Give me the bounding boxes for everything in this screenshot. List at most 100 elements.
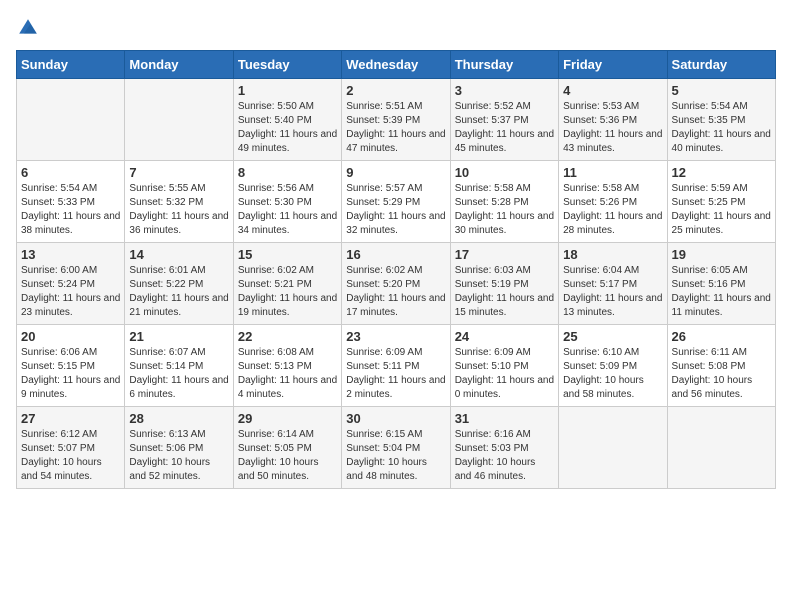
calendar-cell: 4 Sunrise: 5:53 AM Sunset: 5:36 PM Daylig… <box>559 79 667 161</box>
calendar-cell: 2 Sunrise: 5:51 AM Sunset: 5:39 PM Daylig… <box>342 79 450 161</box>
day-number: 12 <box>672 165 771 180</box>
day-number: 13 <box>21 247 120 262</box>
calendar-cell <box>125 79 233 161</box>
calendar-cell: 9 Sunrise: 5:57 AM Sunset: 5:29 PM Daylig… <box>342 161 450 243</box>
day-info: Sunrise: 6:12 AM Sunset: 5:07 PM Dayligh… <box>21 428 120 484</box>
day-number: 16 <box>346 247 445 262</box>
day-info: Sunrise: 5:58 AM Sunset: 5:28 PM Dayligh… <box>455 182 554 238</box>
calendar-cell: 1 Sunrise: 5:50 AM Sunset: 5:40 PM Daylig… <box>233 79 341 161</box>
logo <box>16 16 44 40</box>
calendar-cell: 23 Sunrise: 6:09 AM Sunset: 5:11 PM Dayli… <box>342 325 450 407</box>
calendar-cell: 31 Sunrise: 6:16 AM Sunset: 5:03 PM Dayli… <box>450 407 558 489</box>
day-info: Sunrise: 6:02 AM Sunset: 5:20 PM Dayligh… <box>346 264 445 320</box>
calendar-cell: 27 Sunrise: 6:12 AM Sunset: 5:07 PM Dayli… <box>17 407 125 489</box>
day-number: 11 <box>563 165 662 180</box>
calendar-cell <box>559 407 667 489</box>
day-info: Sunrise: 6:03 AM Sunset: 5:19 PM Dayligh… <box>455 264 554 320</box>
calendar-cell: 26Sunrise: 6:11 AM Sunset: 5:08 PM Dayli… <box>667 325 775 407</box>
calendar-cell: 25 Sunrise: 6:10 AM Sunset: 5:09 PM Dayli… <box>559 325 667 407</box>
day-info: Sunrise: 6:09 AM Sunset: 5:10 PM Dayligh… <box>455 346 554 402</box>
day-number: 29 <box>238 411 337 426</box>
calendar-table: SundayMondayTuesdayWednesdayThursdayFrid… <box>16 50 776 489</box>
day-header-tuesday: Tuesday <box>233 51 341 79</box>
calendar-cell: 3 Sunrise: 5:52 AM Sunset: 5:37 PM Daylig… <box>450 79 558 161</box>
logo-icon <box>16 16 40 40</box>
week-row-4: 20Sunrise: 6:06 AM Sunset: 5:15 PM Dayli… <box>17 325 776 407</box>
day-info: Sunrise: 6:07 AM Sunset: 5:14 PM Dayligh… <box>129 346 228 402</box>
day-number: 17 <box>455 247 554 262</box>
calendar-cell: 15 Sunrise: 6:02 AM Sunset: 5:21 PM Dayli… <box>233 243 341 325</box>
day-number: 15 <box>238 247 337 262</box>
day-info: Sunrise: 6:05 AM Sunset: 5:16 PM Dayligh… <box>672 264 771 320</box>
day-number: 8 <box>238 165 337 180</box>
day-number: 9 <box>346 165 445 180</box>
day-number: 19 <box>672 247 771 262</box>
day-info: Sunrise: 6:09 AM Sunset: 5:11 PM Dayligh… <box>346 346 445 402</box>
day-info: Sunrise: 5:55 AM Sunset: 5:32 PM Dayligh… <box>129 182 228 238</box>
day-number: 2 <box>346 83 445 98</box>
calendar-cell: 5 Sunrise: 5:54 AM Sunset: 5:35 PM Daylig… <box>667 79 775 161</box>
calendar-cell: 12 Sunrise: 5:59 AM Sunset: 5:25 PM Dayli… <box>667 161 775 243</box>
day-header-wednesday: Wednesday <box>342 51 450 79</box>
day-number: 21 <box>129 329 228 344</box>
calendar-cell: 17 Sunrise: 6:03 AM Sunset: 5:19 PM Dayli… <box>450 243 558 325</box>
day-info: Sunrise: 5:56 AM Sunset: 5:30 PM Dayligh… <box>238 182 337 238</box>
calendar-cell: 8 Sunrise: 5:56 AM Sunset: 5:30 PM Daylig… <box>233 161 341 243</box>
calendar-cell: 10 Sunrise: 5:58 AM Sunset: 5:28 PM Dayli… <box>450 161 558 243</box>
calendar-cell: 19 Sunrise: 6:05 AM Sunset: 5:16 PM Dayli… <box>667 243 775 325</box>
calendar-cell: 30 Sunrise: 6:15 AM Sunset: 5:04 PM Dayli… <box>342 407 450 489</box>
day-number: 6 <box>21 165 120 180</box>
day-info: Sunrise: 6:13 AM Sunset: 5:06 PM Dayligh… <box>129 428 228 484</box>
week-row-5: 27 Sunrise: 6:12 AM Sunset: 5:07 PM Dayli… <box>17 407 776 489</box>
day-number: 28 <box>129 411 228 426</box>
day-header-thursday: Thursday <box>450 51 558 79</box>
calendar-cell: 24 Sunrise: 6:09 AM Sunset: 5:10 PM Dayli… <box>450 325 558 407</box>
day-number: 3 <box>455 83 554 98</box>
calendar-cell <box>17 79 125 161</box>
day-number: 1 <box>238 83 337 98</box>
day-info: Sunrise: 5:59 AM Sunset: 5:25 PM Dayligh… <box>672 182 771 238</box>
day-number: 4 <box>563 83 662 98</box>
day-number: 30 <box>346 411 445 426</box>
day-info: Sunrise: 5:50 AM Sunset: 5:40 PM Dayligh… <box>238 100 337 156</box>
calendar-cell: 21 Sunrise: 6:07 AM Sunset: 5:14 PM Dayli… <box>125 325 233 407</box>
day-header-monday: Monday <box>125 51 233 79</box>
day-info: Sunrise: 5:51 AM Sunset: 5:39 PM Dayligh… <box>346 100 445 156</box>
day-info: Sunrise: 6:02 AM Sunset: 5:21 PM Dayligh… <box>238 264 337 320</box>
day-info: Sunrise: 6:10 AM Sunset: 5:09 PM Dayligh… <box>563 346 662 402</box>
day-info: Sunrise: 5:54 AM Sunset: 5:35 PM Dayligh… <box>672 100 771 156</box>
calendar-cell: 16 Sunrise: 6:02 AM Sunset: 5:20 PM Dayli… <box>342 243 450 325</box>
day-number: 25 <box>563 329 662 344</box>
calendar-cell: 28 Sunrise: 6:13 AM Sunset: 5:06 PM Dayli… <box>125 407 233 489</box>
day-info: Sunrise: 5:57 AM Sunset: 5:29 PM Dayligh… <box>346 182 445 238</box>
calendar-cell: 14Sunrise: 6:01 AM Sunset: 5:22 PM Dayli… <box>125 243 233 325</box>
day-info: Sunrise: 5:52 AM Sunset: 5:37 PM Dayligh… <box>455 100 554 156</box>
day-info: Sunrise: 6:06 AM Sunset: 5:15 PM Dayligh… <box>21 346 120 402</box>
day-header-saturday: Saturday <box>667 51 775 79</box>
day-number: 18 <box>563 247 662 262</box>
calendar-cell: 22 Sunrise: 6:08 AM Sunset: 5:13 PM Dayli… <box>233 325 341 407</box>
day-number: 23 <box>346 329 445 344</box>
day-number: 27 <box>21 411 120 426</box>
day-header-friday: Friday <box>559 51 667 79</box>
week-row-1: 1 Sunrise: 5:50 AM Sunset: 5:40 PM Daylig… <box>17 79 776 161</box>
day-number: 24 <box>455 329 554 344</box>
day-number: 31 <box>455 411 554 426</box>
day-number: 5 <box>672 83 771 98</box>
day-info: Sunrise: 6:11 AM Sunset: 5:08 PM Dayligh… <box>672 346 771 402</box>
day-info: Sunrise: 6:08 AM Sunset: 5:13 PM Dayligh… <box>238 346 337 402</box>
day-info: Sunrise: 6:14 AM Sunset: 5:05 PM Dayligh… <box>238 428 337 484</box>
day-info: Sunrise: 6:01 AM Sunset: 5:22 PM Dayligh… <box>129 264 228 320</box>
day-info: Sunrise: 6:16 AM Sunset: 5:03 PM Dayligh… <box>455 428 554 484</box>
day-info: Sunrise: 5:53 AM Sunset: 5:36 PM Dayligh… <box>563 100 662 156</box>
calendar-cell: 7Sunrise: 5:55 AM Sunset: 5:32 PM Daylig… <box>125 161 233 243</box>
week-row-2: 6Sunrise: 5:54 AM Sunset: 5:33 PM Daylig… <box>17 161 776 243</box>
day-header-sunday: Sunday <box>17 51 125 79</box>
day-info: Sunrise: 6:15 AM Sunset: 5:04 PM Dayligh… <box>346 428 445 484</box>
day-info: Sunrise: 6:04 AM Sunset: 5:17 PM Dayligh… <box>563 264 662 320</box>
calendar-cell: 20Sunrise: 6:06 AM Sunset: 5:15 PM Dayli… <box>17 325 125 407</box>
day-number: 22 <box>238 329 337 344</box>
week-row-3: 13Sunrise: 6:00 AM Sunset: 5:24 PM Dayli… <box>17 243 776 325</box>
day-number: 10 <box>455 165 554 180</box>
header <box>16 16 776 40</box>
